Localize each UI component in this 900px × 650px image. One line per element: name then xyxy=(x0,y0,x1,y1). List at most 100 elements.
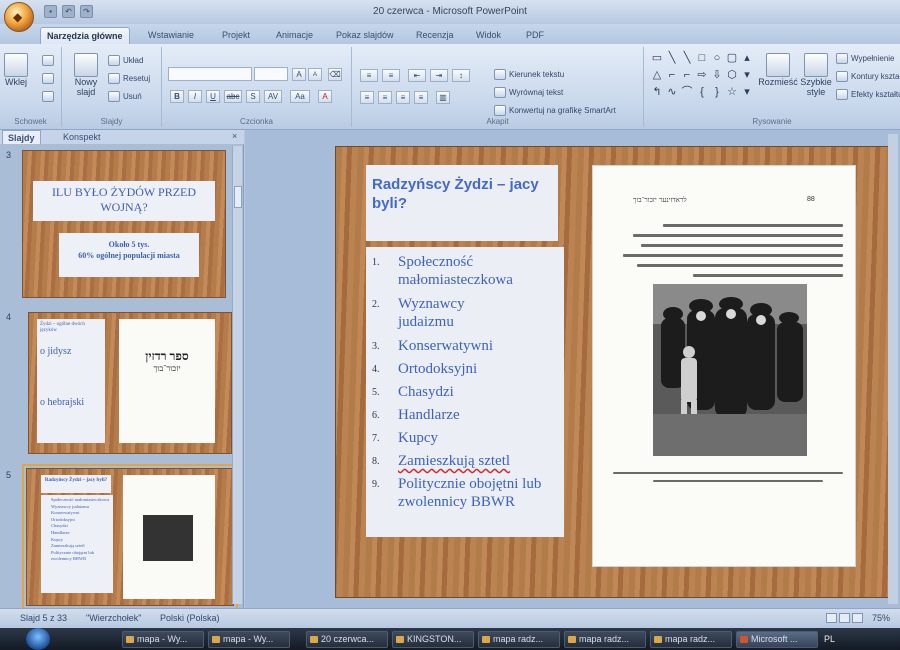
reset-button[interactable]: Resetuj xyxy=(108,73,150,84)
language-indicator[interactable]: Polski (Polska) xyxy=(160,613,220,623)
tab-pdf[interactable]: PDF xyxy=(520,27,550,44)
taskbar-item[interactable]: KINGSTON... xyxy=(392,631,474,648)
rounded-rect-shape-icon[interactable]: ▢ xyxy=(725,51,739,65)
textbox-shape-icon[interactable]: ▭ xyxy=(650,51,664,65)
line-shape-icon-2[interactable]: ╲ xyxy=(680,51,694,65)
copy-icon[interactable] xyxy=(42,73,54,84)
slide-title[interactable]: Radzyńscy Żydzi – jacy byli? xyxy=(366,165,558,241)
curve-shape-icon[interactable]: ∿ xyxy=(665,85,679,99)
char-spacing-button[interactable]: AV xyxy=(264,90,282,103)
text-direction-button[interactable]: Kierunek tekstu xyxy=(494,69,564,80)
shape-effects-button[interactable]: Efekty kształtu xyxy=(836,89,900,100)
connector-shape-icon[interactable]: ⌐ xyxy=(665,68,679,82)
shadow-button[interactable]: S xyxy=(246,90,260,103)
bullets-button[interactable]: ≡ xyxy=(360,69,378,82)
taskbar-item[interactable]: 20 czerwca... xyxy=(306,631,388,648)
office-button[interactable]: ◆ xyxy=(4,2,34,32)
change-case-button[interactable]: Aa xyxy=(290,90,310,103)
paste-button[interactable]: Wklej xyxy=(4,53,28,87)
font-size-select[interactable] xyxy=(254,67,288,81)
tab-slideshow[interactable]: Pokaz slajdów xyxy=(330,27,400,44)
arc-shape-icon[interactable]: ⌒ xyxy=(680,85,694,99)
close-pane-icon[interactable]: × xyxy=(232,131,237,141)
book-page-image[interactable]: לראדזינער יזכור־בוך 88 xyxy=(592,165,856,567)
line-spacing-button[interactable]: ↕ xyxy=(452,69,470,82)
cut-icon[interactable] xyxy=(42,55,54,66)
slideshow-view-icon[interactable] xyxy=(852,613,863,623)
grow-font-button[interactable]: A xyxy=(292,68,306,81)
tab-review[interactable]: Recenzja xyxy=(410,27,460,44)
arrow-down-shape-icon[interactable]: ⇩ xyxy=(710,68,724,82)
connector-shape-icon-2[interactable]: ⌐ xyxy=(680,68,694,82)
font-family-select[interactable] xyxy=(168,67,252,81)
numbering-button[interactable]: ≡ xyxy=(382,69,400,82)
tab-home[interactable]: Narzędzia główne xyxy=(40,27,130,44)
columns-button[interactable]: ▥ xyxy=(436,91,450,104)
tab-design[interactable]: Projekt xyxy=(216,27,256,44)
brace-right-shape-icon[interactable]: } xyxy=(710,85,724,99)
start-button-icon[interactable] xyxy=(26,628,50,650)
taskbar-item[interactable]: mapa radz... xyxy=(650,631,732,648)
slide-thumbnail-3[interactable]: ILU BYŁO ŻYDÓW PRZED WOJNĄ? Około 5 tys.… xyxy=(22,150,226,298)
current-slide[interactable]: Radzyńscy Żydzi – jacy byli? 1. Społeczn… xyxy=(335,146,891,598)
tab-slides[interactable]: Slajdy xyxy=(2,130,41,144)
italic-button[interactable]: I xyxy=(188,90,202,103)
tab-view[interactable]: Widok xyxy=(470,27,507,44)
tab-animations[interactable]: Animacje xyxy=(270,27,319,44)
pane-scroll-thumb[interactable] xyxy=(234,186,242,208)
arrow-right-shape-icon[interactable]: ⇨ xyxy=(695,68,709,82)
arrange-button[interactable]: Rozmieść xyxy=(758,53,798,87)
new-slide-button[interactable]: Nowy slajd xyxy=(68,53,104,97)
smartart-button[interactable]: Konwertuj na grafikę SmartArt xyxy=(494,105,616,116)
shapes-gallery[interactable]: ▭ ╲ ╲ □ ○ ▢ ▴ △ ⌐ ⌐ ⇨ ⇩ ⬡ ▾ ↰ ∿ ⌒ { } ☆ xyxy=(650,51,752,99)
align-center-button[interactable]: ≡ xyxy=(378,91,392,104)
underline-button[interactable]: U xyxy=(206,90,220,103)
align-left-button[interactable]: ≡ xyxy=(360,91,374,104)
shape-outline-button[interactable]: Kontury kształtu xyxy=(836,71,900,82)
taskbar-item[interactable]: mapa - Wy... xyxy=(208,631,290,648)
slide-thumbnail-5[interactable]: Radzyńscy Żydzi – jacy byli? Społeczność… xyxy=(22,464,238,610)
format-painter-icon[interactable] xyxy=(42,91,54,102)
taskbar-item[interactable]: mapa radz... xyxy=(564,631,646,648)
line-shape-icon[interactable]: ╲ xyxy=(665,51,679,65)
shrink-font-button[interactable]: A xyxy=(308,68,322,81)
undo-icon[interactable]: ↶ xyxy=(62,5,75,18)
pane-scrollbar[interactable] xyxy=(232,146,242,604)
shape-fill-button[interactable]: Wypełnienie xyxy=(836,53,895,64)
align-text-button[interactable]: Wyrównaj tekst xyxy=(494,87,563,98)
more-shapes-icon[interactable]: ▴ xyxy=(740,51,754,65)
taskbar-item[interactable]: mapa radz... xyxy=(478,631,560,648)
decrease-indent-button[interactable]: ⇤ xyxy=(408,69,426,82)
hexagon-shape-icon[interactable]: ⬡ xyxy=(725,68,739,82)
font-color-button[interactable]: A xyxy=(318,90,332,103)
sorter-view-icon[interactable] xyxy=(839,613,850,623)
quick-styles-button[interactable]: Szybkie style xyxy=(800,53,832,97)
brace-left-shape-icon[interactable]: { xyxy=(695,85,709,99)
justify-button[interactable]: ≡ xyxy=(414,91,428,104)
delete-slide-button[interactable]: Usuń xyxy=(108,91,142,102)
save-icon[interactable]: ▪ xyxy=(44,5,57,18)
language-tray[interactable]: PL xyxy=(824,634,835,644)
slide-list[interactable]: 1. Społeczność małomiasteczkowa 2. Wyzna… xyxy=(366,247,564,537)
tab-insert[interactable]: Wstawianie xyxy=(142,27,200,44)
arrow-bent-shape-icon[interactable]: ↰ xyxy=(650,85,664,99)
layout-button[interactable]: Układ xyxy=(108,55,143,66)
edit-scrollbar[interactable] xyxy=(888,134,898,604)
zoom-level[interactable]: 75% xyxy=(872,613,890,623)
redo-icon[interactable]: ↷ xyxy=(80,5,93,18)
taskbar-item-active[interactable]: Microsoft ... xyxy=(736,631,818,648)
clear-formatting-button[interactable]: ⌫ xyxy=(328,68,342,81)
triangle-shape-icon[interactable]: △ xyxy=(650,68,664,82)
expand-shapes-icon[interactable]: ▾ xyxy=(740,85,754,99)
tab-outline[interactable]: Konspekt xyxy=(58,130,106,144)
taskbar-item[interactable]: mapa - Wy... xyxy=(122,631,204,648)
oval-shape-icon[interactable]: ○ xyxy=(710,51,724,65)
rectangle-shape-icon[interactable]: □ xyxy=(695,51,709,65)
strikethrough-button[interactable]: abc xyxy=(224,90,242,103)
bold-button[interactable]: B xyxy=(170,90,184,103)
slide-thumbnail-4[interactable]: Żydzi – ogólne dwóch języków o jidysz o … xyxy=(28,312,232,454)
star-shape-icon[interactable]: ☆ xyxy=(725,85,739,99)
increase-indent-button[interactable]: ⇥ xyxy=(430,69,448,82)
normal-view-icon[interactable] xyxy=(826,613,837,623)
align-right-button[interactable]: ≡ xyxy=(396,91,410,104)
